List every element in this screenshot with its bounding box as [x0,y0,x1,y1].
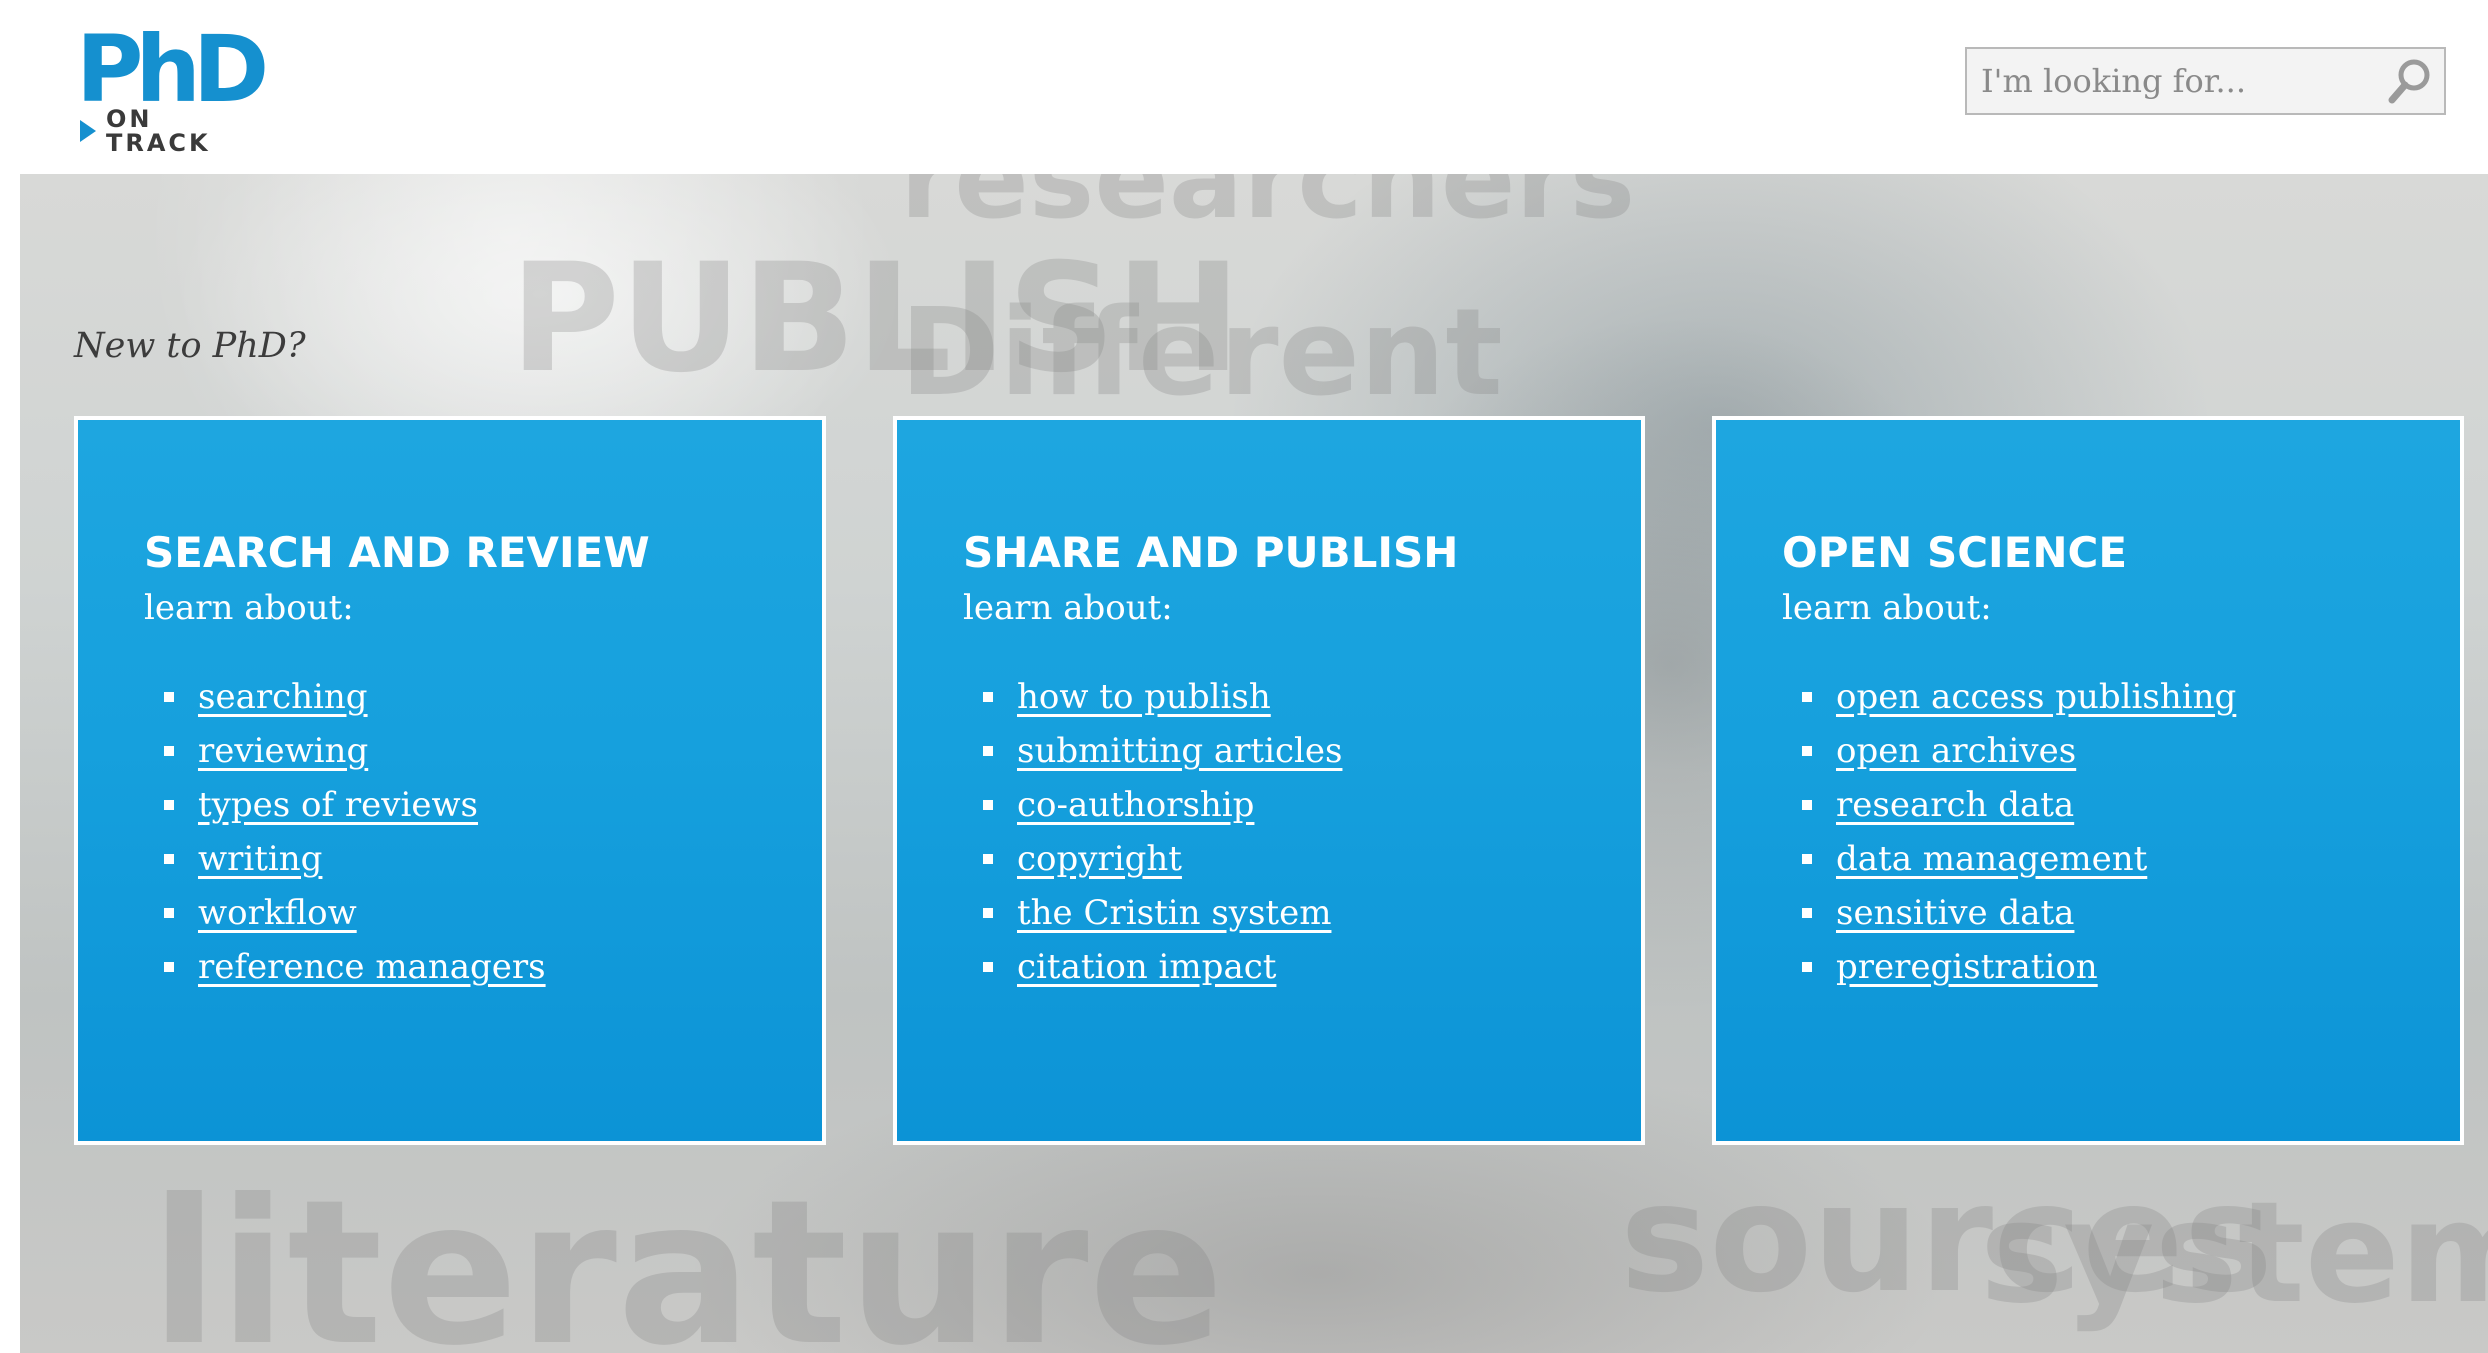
list-item: submitting articles [983,724,1342,778]
link-writing[interactable]: writing [198,839,322,879]
logo-tagline: ON TRACK [80,107,260,155]
link-searching[interactable]: searching [198,677,368,717]
square-bullet-icon [983,908,993,918]
link-sensitive-data[interactable]: sensitive data [1836,893,2074,933]
square-bullet-icon [164,800,174,810]
link-open-archives[interactable]: open archives [1836,731,2076,771]
link-copyright[interactable]: copyright [1017,839,1182,879]
search-box [1965,47,2446,115]
square-bullet-icon [1802,800,1812,810]
list-item: reviewing [164,724,546,778]
link-data-management[interactable]: data management [1836,839,2147,879]
card-title: OPEN SCIENCE [1782,528,2128,577]
link-co-authorship[interactable]: co-authorship [1017,785,1254,825]
play-triangle-icon [80,120,96,142]
square-bullet-icon [983,962,993,972]
square-bullet-icon [1802,746,1812,756]
link-reviewing[interactable]: reviewing [198,731,368,771]
link-submitting-articles[interactable]: submitting articles [1017,731,1342,771]
list-item: open archives [1802,724,2236,778]
link-workflow[interactable]: workflow [198,893,357,933]
square-bullet-icon [1802,962,1812,972]
list-item: data management [1802,832,2236,886]
square-bullet-icon [983,800,993,810]
list-item: co-authorship [983,778,1342,832]
card-title: SEARCH AND REVIEW [144,528,650,577]
list-item: citation impact [983,940,1342,994]
square-bullet-icon [164,908,174,918]
bg-word-different: Different [900,284,1503,423]
link-types-of-reviews[interactable]: types of reviews [198,785,478,825]
card-subtitle: learn about: [1782,588,1992,628]
magnifier-icon [2388,59,2430,104]
bg-word-system: system [1980,1172,2488,1335]
search-input[interactable] [1967,49,2367,113]
card-subtitle: learn about: [144,588,354,628]
card-share-and-publish: SHARE AND PUBLISH learn about: how to pu… [893,416,1645,1145]
search-button[interactable] [2380,53,2440,109]
list-item: writing [164,832,546,886]
card-link-list: searching reviewing types of reviews wri… [164,670,546,994]
square-bullet-icon [983,746,993,756]
card-search-and-review: SEARCH AND REVIEW learn about: searching… [74,416,826,1145]
link-research-data[interactable]: research data [1836,785,2074,825]
card-open-science: OPEN SCIENCE learn about: open access pu… [1712,416,2464,1145]
link-preregistration[interactable]: preregistration [1836,947,2098,987]
link-open-access-publishing[interactable]: open access publishing [1836,677,2236,717]
link-reference-managers[interactable]: reference managers [198,947,546,987]
square-bullet-icon [983,692,993,702]
card-link-list: how to publish submitting articles co-au… [983,670,1342,994]
square-bullet-icon [164,962,174,972]
logo-phd-text: PhD [76,16,269,123]
new-to-phd-text: New to PhD? [74,326,306,366]
list-item: how to publish [983,670,1342,724]
square-bullet-icon [983,854,993,864]
square-bullet-icon [164,854,174,864]
card-link-list: open access publishing open archives res… [1802,670,2236,994]
square-bullet-icon [1802,692,1812,702]
square-bullet-icon [1802,854,1812,864]
list-item: workflow [164,886,546,940]
list-item: research data [1802,778,2236,832]
link-cristin-system[interactable]: the Cristin system [1017,893,1331,933]
list-item: open access publishing [1802,670,2236,724]
square-bullet-icon [164,692,174,702]
link-how-to-publish[interactable]: how to publish [1017,677,1271,717]
list-item: preregistration [1802,940,2236,994]
list-item: reference managers [164,940,546,994]
square-bullet-icon [1802,908,1812,918]
list-item: the Cristin system [983,886,1342,940]
list-item: sensitive data [1802,886,2236,940]
card-title: SHARE AND PUBLISH [963,528,1459,577]
site-header: PhD ON TRACK [0,0,2488,174]
logo-ontrack-text: ON TRACK [106,105,211,157]
link-citation-impact[interactable]: citation impact [1017,947,1276,987]
square-bullet-icon [164,746,174,756]
bg-word-literature: literature [150,1157,1225,1353]
bg-word-researchers: researchers [900,174,1636,243]
list-item: types of reviews [164,778,546,832]
list-item: copyright [983,832,1342,886]
list-item: searching [164,670,546,724]
card-subtitle: learn about: [963,588,1173,628]
phd-on-track-logo[interactable]: PhD ON TRACK [76,24,269,156]
